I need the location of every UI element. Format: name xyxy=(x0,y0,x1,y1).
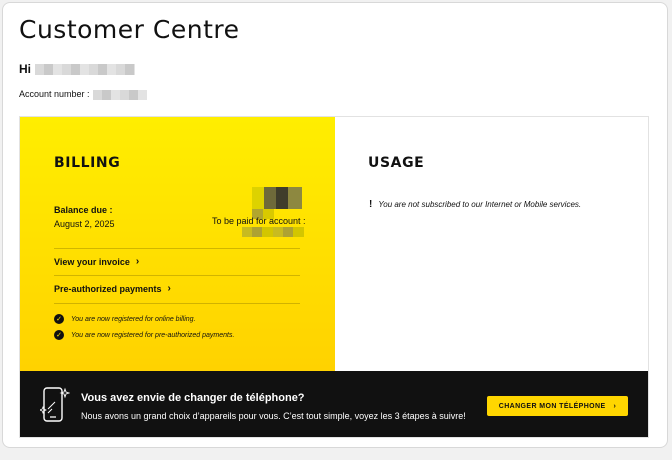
notice-online-billing: ✓ You are now registered for online bill… xyxy=(54,314,196,324)
billing-card: BILLING Balance due : August 2, 2025 To … xyxy=(20,117,335,371)
balance-due-label: Balance due : xyxy=(54,205,113,215)
redacted-balance-amount xyxy=(252,187,302,209)
customer-centre-frame: Customer Centre Hi Account number : BILL… xyxy=(2,2,668,448)
promo-text: Nous avons un grand choix d’appareils po… xyxy=(81,411,466,421)
redacted-customer-name xyxy=(35,64,135,76)
promo-banner: Vous avez envie de changer de téléphone?… xyxy=(20,371,648,437)
cards-container: BILLING Balance due : August 2, 2025 To … xyxy=(19,116,649,438)
redacted-account-number-billing xyxy=(242,227,304,237)
balance-due-date: August 2, 2025 xyxy=(54,219,115,229)
chevron-right-icon: › xyxy=(167,283,171,294)
divider xyxy=(54,303,300,304)
account-number-label: Account number : xyxy=(19,89,90,99)
usage-card: USAGE ! You are not subscribed to our In… xyxy=(335,117,648,371)
to-be-paid-label: To be paid for account : xyxy=(212,216,306,226)
view-invoice-label: View your invoice xyxy=(54,256,130,267)
greeting: Hi xyxy=(19,62,135,76)
notice-preauthorized: ✓ You are now registered for pre-authori… xyxy=(54,330,234,340)
check-circle-icon: ✓ xyxy=(54,330,64,340)
phone-sparkle-icon xyxy=(40,387,70,422)
divider xyxy=(54,275,300,276)
notice-text: You are now registered for online billin… xyxy=(71,315,196,323)
account-number: Account number : xyxy=(19,89,147,100)
check-circle-icon: ✓ xyxy=(54,314,64,324)
preauthorized-payments-link[interactable]: Pre-authorized payments › xyxy=(54,283,171,294)
change-phone-button-label: CHANGER MON TÉLÉPHONE xyxy=(498,402,606,410)
exclamation-icon: ! xyxy=(369,199,373,210)
change-phone-button[interactable]: CHANGER MON TÉLÉPHONE › xyxy=(487,396,628,416)
usage-message-text: You are not subscribed to our Internet o… xyxy=(378,200,582,209)
page-title: Customer Centre xyxy=(19,15,240,44)
usage-message: ! You are not subscribed to our Internet… xyxy=(369,199,581,210)
promo-title: Vous avez envie de changer de téléphone? xyxy=(81,392,305,404)
redacted-account-number xyxy=(92,89,147,100)
chevron-right-icon: › xyxy=(613,402,617,410)
usage-title: USAGE xyxy=(368,155,425,171)
chevron-right-icon: › xyxy=(135,256,140,267)
preauthorized-payments-label: Pre-authorized payments xyxy=(54,283,162,294)
greeting-text: Hi xyxy=(19,62,31,76)
divider xyxy=(54,248,300,249)
view-invoice-link[interactable]: View your invoice › xyxy=(54,256,139,267)
billing-title: BILLING xyxy=(54,155,121,171)
notice-text: You are now registered for pre-authorize… xyxy=(71,331,235,339)
